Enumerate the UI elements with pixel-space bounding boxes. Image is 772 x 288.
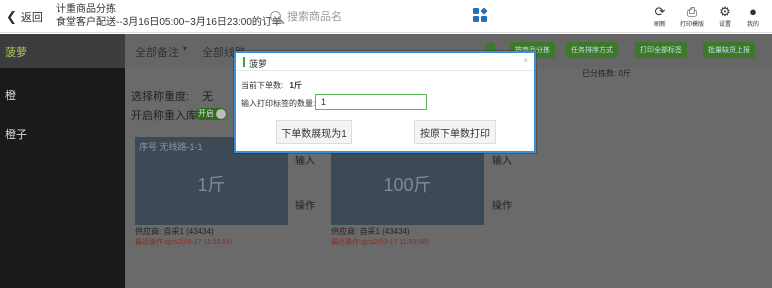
search-icon [270, 10, 281, 22]
close-icon[interactable]: × [523, 56, 528, 65]
title-line-1: 计重商品分拣 [56, 4, 116, 15]
settings-button[interactable]: ⚙ 设置 [710, 4, 740, 29]
show-as-one-button[interactable]: 下单数展现为1 [276, 120, 352, 144]
sorted-count: 已分拣数: 0斤 [582, 69, 631, 78]
back-button[interactable]: ❮ 返回 [6, 9, 43, 25]
dialog-title: 菠萝 [249, 59, 268, 69]
refresh-button[interactable]: ⟳ 刷新 [645, 4, 675, 29]
sidebar-item-1[interactable]: 橙 [5, 87, 16, 103]
label-qty-input[interactable] [315, 94, 427, 110]
printer-settings-icon: ⎙ [686, 4, 698, 19]
batch-shortage-button[interactable]: 批量缺货上报 [703, 42, 755, 58]
chevron-down-icon: ▾ [183, 44, 188, 53]
label-qty-label: 输入打印标签的数量: [241, 99, 316, 108]
back-label: 返回 [20, 12, 43, 24]
product-sidebar [0, 34, 125, 288]
top-header: ❮ 返回 计重商品分拣 食堂客户配送--3月16日05:00~3月16日23:0… [0, 0, 772, 33]
card1-op-label[interactable]: 操作 [295, 197, 315, 212]
weight-selector[interactable]: 选择称重度: 无 [131, 88, 213, 104]
title-line-2: 食堂客户配送--3月16日05:00~3月16日23:00的订单 [56, 17, 282, 28]
task-sort-button[interactable]: 任务排序方式 [566, 42, 618, 58]
card1-recent-op: 最近操作:qjcs2(03-17 11:53:54) [135, 239, 233, 246]
page-title: 计重商品分拣 食堂客户配送--3月16日05:00~3月16日23:00的订单 [56, 3, 282, 29]
card1-input-label[interactable]: 输入 [295, 152, 315, 167]
enter-storage-label: 开启称重入库: [131, 110, 201, 122]
profile-button[interactable]: ● 我的 [738, 4, 768, 29]
gear-icon: ⚙ [719, 4, 731, 19]
accent-bar [243, 57, 245, 67]
card1-supplier: 供应商: 自采1 (43434) [135, 227, 214, 236]
enter-storage-toggle[interactable]: 开启 [195, 108, 227, 120]
card2-op-label[interactable]: 操作 [492, 197, 512, 212]
card-hint: 序号 无线路-1-1 [139, 142, 203, 152]
sidebar-item-selected[interactable]: 菠萝 [0, 34, 125, 68]
card-weight: 1斤 [197, 175, 226, 195]
print-label-dialog: 菠萝 × 当前下单数: 1斤 输入打印标签的数量: 下单数展现为1 按原下单数打… [234, 51, 536, 153]
order-qty: 当前下单数: 1斤 [241, 81, 302, 90]
apps-grid-icon[interactable] [473, 7, 488, 22]
search-input[interactable]: 搜索商品名 [270, 8, 342, 24]
card2-recent-op: 最近操作:qjcs2(03-17 11:53:58) [331, 239, 429, 246]
print-template-button[interactable]: ⎙ 打印模版 [677, 4, 707, 29]
card2-supplier: 供应商: 自采1 (43434) [331, 227, 410, 236]
dialog-header: 菠萝 × [236, 53, 534, 71]
user-icon: ● [749, 4, 757, 19]
print-all-labels-button[interactable]: 打印全部标签 [635, 42, 687, 58]
card2-input-label[interactable]: 输入 [492, 152, 512, 167]
chevron-left-icon: ❮ [6, 9, 17, 24]
refresh-icon: ⟳ [654, 4, 666, 19]
remark-dropdown[interactable]: 全部备注 [135, 44, 179, 60]
sidebar-item-2[interactable]: 橙子 [5, 126, 27, 142]
card-weight: 100斤 [383, 175, 432, 195]
print-original-button[interactable]: 按原下单数打印 [414, 120, 496, 144]
search-placeholder: 搜索商品名 [287, 11, 342, 23]
